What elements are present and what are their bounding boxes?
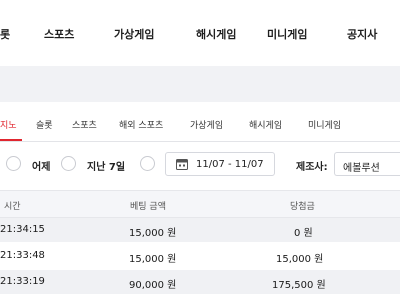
filter-bar: 어제 지난 7일 11/07 - 11/07 제조사: 에볼루션: [0, 142, 400, 184]
date-range-picker[interactable]: 11/07 - 11/07: [165, 152, 275, 176]
banner-band: [0, 66, 400, 102]
cell-winnings: 175,500 원: [272, 280, 326, 291]
provider-label: 제조사:: [296, 162, 328, 173]
top-nav: 롯 스포츠 가상게임 해시게임 미니게임 공지사: [0, 0, 400, 66]
table-row[interactable]: 21:34:15 15,000 원 0 원: [0, 218, 400, 242]
nav-item-mini[interactable]: 미니게임: [267, 26, 307, 42]
cell-winnings: 0 원: [294, 228, 313, 239]
provider-value: 에볼루션: [343, 163, 380, 174]
cell-time: 21:33:19: [0, 276, 45, 287]
cell-winnings: 15,000 원: [276, 254, 324, 265]
radio-yesterday[interactable]: [6, 156, 21, 171]
table-row[interactable]: 21:33:19 90,000 원 175,500 원: [0, 270, 400, 294]
col-winnings: 당첨금: [290, 202, 315, 212]
label-yesterday: 어제: [32, 162, 51, 173]
tab-slot[interactable]: 슬롯: [36, 118, 53, 131]
radio-custom-range[interactable]: [140, 156, 155, 171]
provider-select[interactable]: 에볼루션: [334, 152, 400, 176]
category-tabs: 지노 슬롯 스포츠 해외 스포츠 가상게임 해시게임 미니게임: [0, 102, 400, 142]
active-tab-underline: [0, 139, 22, 141]
table-header: 시간 베팅 금액 당첨금: [0, 190, 400, 218]
nav-item-hash[interactable]: 해시게임: [196, 26, 236, 42]
radio-last7[interactable]: [61, 156, 76, 171]
tab-virtual[interactable]: 가상게임: [190, 118, 223, 131]
table-row[interactable]: 21:33:48 15,000 원 15,000 원: [0, 244, 400, 268]
col-time: 시간: [4, 202, 21, 212]
tab-overseas-sports[interactable]: 해외 스포츠: [119, 118, 163, 131]
date-range-text: 11/07 - 11/07: [196, 159, 264, 170]
tab-mini[interactable]: 미니게임: [308, 118, 341, 131]
tab-hash[interactable]: 해시게임: [249, 118, 282, 131]
nav-item-notice[interactable]: 공지사: [347, 26, 377, 42]
label-last7: 지난 7일: [87, 162, 126, 173]
cell-time: 21:34:15: [0, 224, 45, 235]
col-bet-amount: 베팅 금액: [130, 202, 166, 212]
tab-casino[interactable]: 지노: [0, 118, 17, 131]
cell-bet-amount: 90,000 원: [129, 280, 177, 291]
nav-item-slot[interactable]: 롯: [0, 26, 10, 42]
cell-bet-amount: 15,000 원: [129, 254, 177, 265]
tab-sports[interactable]: 스포츠: [72, 118, 97, 131]
nav-item-virtual[interactable]: 가상게임: [114, 26, 154, 42]
cell-time: 21:33:48: [0, 250, 45, 261]
calendar-icon: [176, 159, 188, 170]
nav-item-sports[interactable]: 스포츠: [44, 26, 74, 42]
cell-bet-amount: 15,000 원: [129, 228, 177, 239]
